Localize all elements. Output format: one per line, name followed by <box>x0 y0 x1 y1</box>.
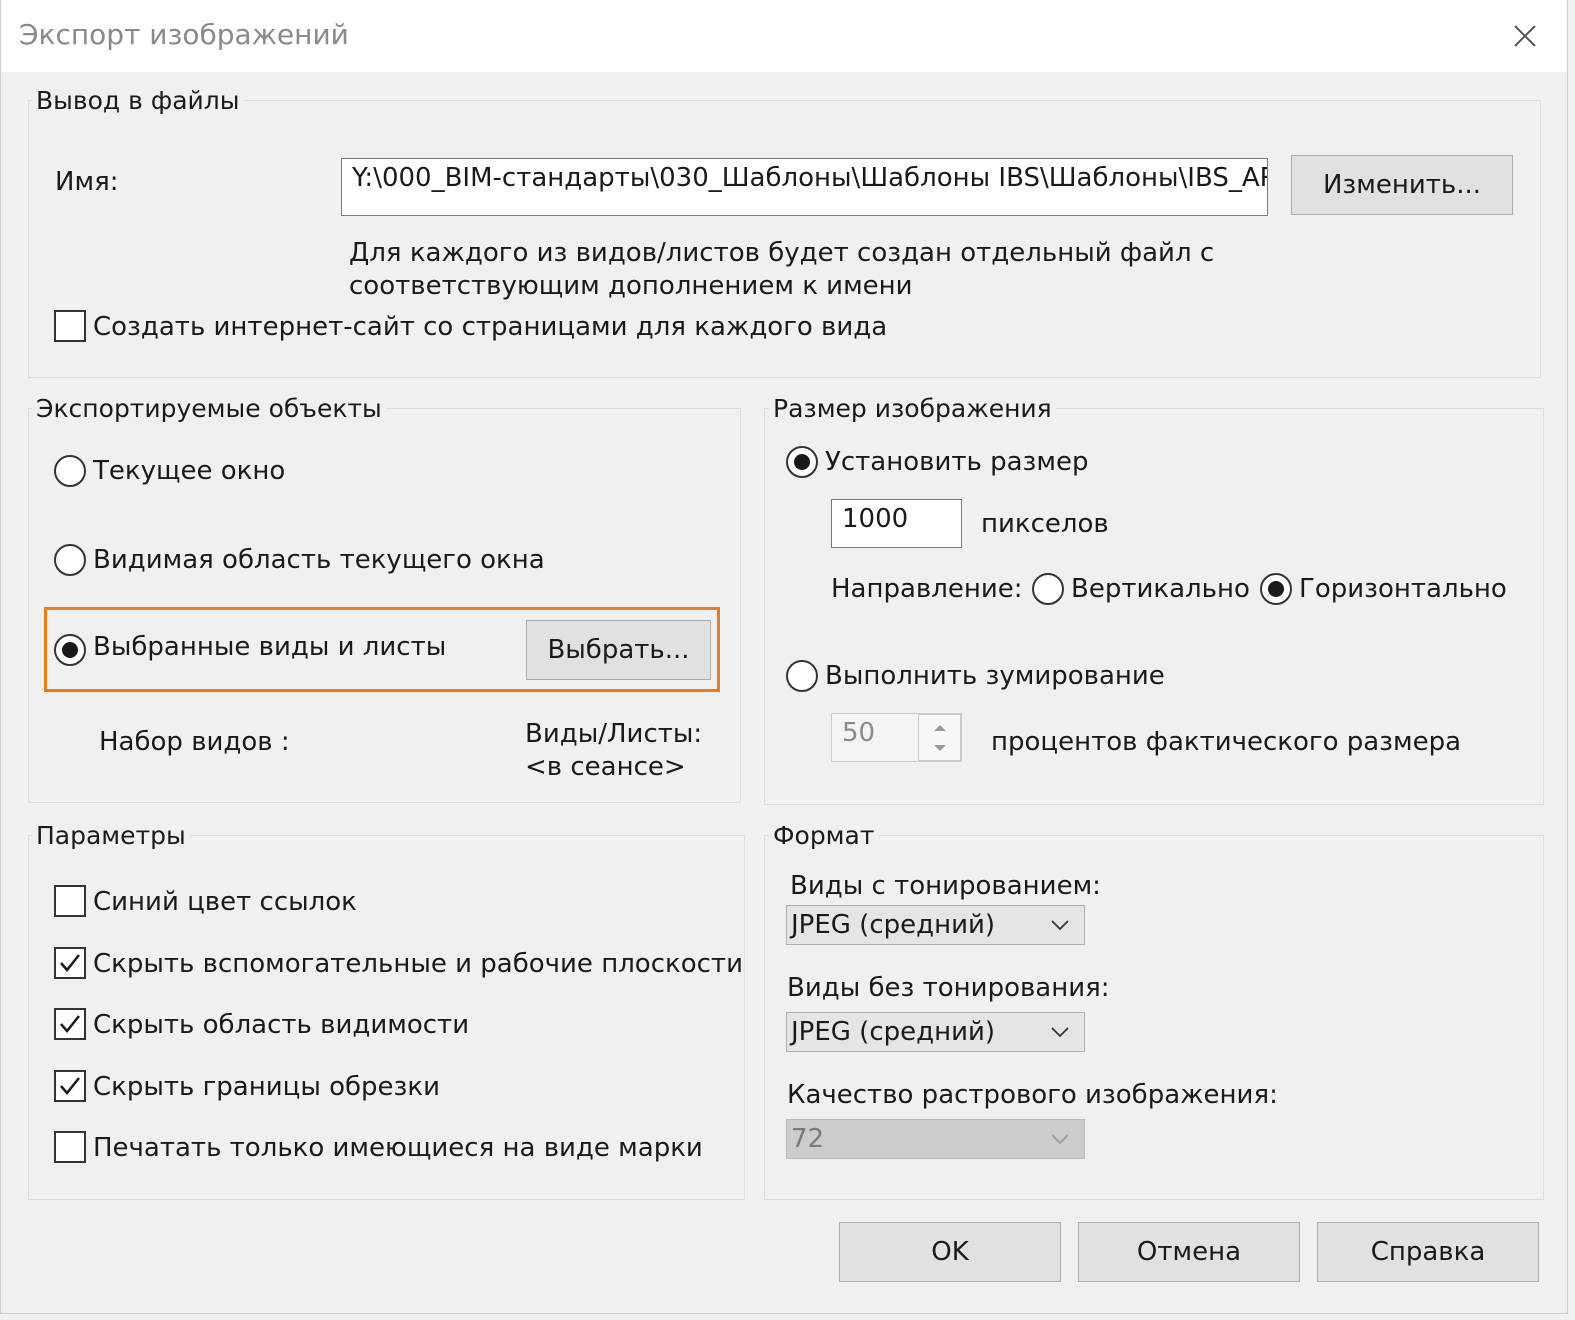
radio-dot <box>794 454 810 470</box>
radio-set-size-label: Установить размер <box>825 447 1089 477</box>
checkbox-hide-ref-planes-label: Скрыть вспомогательные и рабочие плоскос… <box>93 949 743 979</box>
shaded-views-select[interactable]: JPEG (средний) <box>786 905 1085 945</box>
ok-button[interactable]: OK <box>839 1222 1061 1282</box>
radio-visible-area[interactable] <box>54 544 86 576</box>
file-path-input[interactable]: Y:\000_BIM-стандарты\030_Шаблоны\Шаблоны… <box>341 158 1268 216</box>
radio-set-size[interactable] <box>786 446 818 478</box>
raster-quality-label: Качество растрового изображения: <box>787 1080 1278 1110</box>
chevron-down-icon <box>1051 1134 1069 1145</box>
raster-quality-select[interactable]: 72 <box>786 1119 1085 1159</box>
shaded-views-value: JPEG (средний) <box>791 910 996 940</box>
radio-current-window-label: Текущее окно <box>93 456 286 486</box>
checkbox-hide-crop-boundaries-label: Скрыть границы обрезки <box>93 1072 440 1102</box>
direction-label: Направление: <box>831 574 1023 604</box>
name-label: Имя: <box>55 167 119 197</box>
info-line-1: Для каждого из видов/листов будет создан… <box>349 238 1215 268</box>
check-icon <box>60 954 80 972</box>
window-title: Экспорт изображений <box>19 18 349 51</box>
checkbox-hide-crop-boundaries[interactable] <box>54 1070 86 1102</box>
output-legend: Вывод в файлы <box>32 86 244 115</box>
unshaded-views-select[interactable]: JPEG (средний) <box>786 1012 1085 1052</box>
radio-vertical[interactable] <box>1032 573 1064 605</box>
select-views-button[interactable]: Выбрать... <box>526 620 711 680</box>
cancel-button[interactable]: Отмена <box>1078 1222 1300 1282</box>
info-line-2: соответствующим дополнением к имени <box>349 271 913 301</box>
radio-selected-views[interactable] <box>54 634 86 666</box>
radio-selected-views-label: Выбранные виды и листы <box>93 632 447 662</box>
export-objects-legend: Экспортируемые объекты <box>32 394 386 423</box>
file-path-value: Y:\000_BIM-стандарты\030_Шаблоны\Шаблоны… <box>352 163 1268 193</box>
radio-dot <box>62 642 78 658</box>
check-icon <box>60 1077 80 1095</box>
parameters-legend: Параметры <box>32 821 190 850</box>
checkbox-print-tags-only-label: Печатать только имеющиеся на виде марки <box>93 1133 703 1163</box>
zoom-spinner[interactable] <box>918 714 961 761</box>
change-button[interactable]: Изменить... <box>1291 155 1513 215</box>
zoom-value: 50 <box>842 718 876 748</box>
pixels-label: пикселов <box>981 509 1109 539</box>
view-set-label: Набор видов : <box>99 727 290 757</box>
radio-vertical-label: Вертикально <box>1071 574 1250 604</box>
checkbox-blue-links-label: Синий цвет ссылок <box>93 887 357 917</box>
checkbox-print-tags-only[interactable] <box>54 1131 86 1163</box>
unshaded-views-label: Виды без тонирования: <box>787 973 1110 1003</box>
radio-zoom[interactable] <box>786 660 818 692</box>
format-legend: Формат <box>769 821 879 850</box>
zoom-percent-label: процентов фактического размера <box>991 727 1462 757</box>
chevron-down-icon <box>1051 920 1069 931</box>
checkbox-hide-ref-planes[interactable] <box>54 947 86 979</box>
pixels-value: 1000 <box>842 504 909 534</box>
radio-zoom-label: Выполнить зумирование <box>825 661 1165 691</box>
shaded-views-label: Виды с тонированием: <box>790 871 1101 901</box>
check-icon <box>60 1015 80 1033</box>
title-bar: Экспорт изображений <box>0 0 1568 72</box>
views-sheets-value: <в сеансе> <box>525 752 686 782</box>
radio-horizontal[interactable] <box>1260 573 1292 605</box>
checkbox-hide-scope-box-label: Скрыть область видимости <box>93 1010 470 1040</box>
image-size-legend: Размер изображения <box>769 394 1056 423</box>
website-checkbox[interactable] <box>54 310 86 342</box>
radio-visible-area-label: Видимая область текущего окна <box>93 545 545 575</box>
checkbox-blue-links[interactable] <box>54 885 86 917</box>
checkbox-hide-scope-box[interactable] <box>54 1008 86 1040</box>
radio-horizontal-label: Горизонтально <box>1299 574 1507 604</box>
close-icon[interactable] <box>1505 16 1545 56</box>
raster-quality-value: 72 <box>791 1124 825 1154</box>
unshaded-views-value: JPEG (средний) <box>791 1017 996 1047</box>
views-sheets-label: Виды/Листы: <box>525 719 703 749</box>
chevron-down-icon <box>1051 1027 1069 1038</box>
radio-current-window[interactable] <box>54 455 86 487</box>
radio-dot <box>1268 581 1284 597</box>
pixels-input[interactable]: 1000 <box>831 499 962 548</box>
help-button[interactable]: Справка <box>1317 1222 1539 1282</box>
website-checkbox-label: Создать интернет-сайт со страницами для … <box>93 312 888 342</box>
